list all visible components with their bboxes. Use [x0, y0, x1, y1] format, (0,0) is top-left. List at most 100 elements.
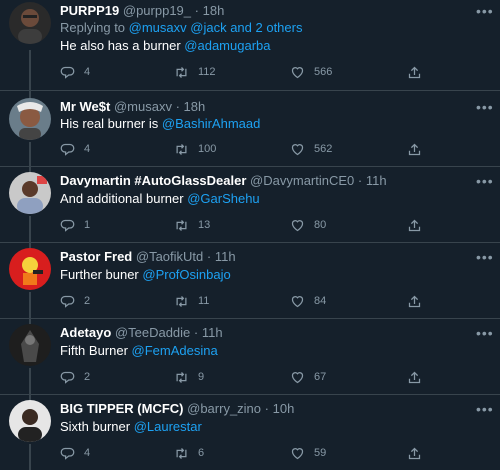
share-button[interactable] — [407, 216, 431, 234]
display-name[interactable]: PURPP19 — [60, 3, 119, 18]
user-handle[interactable]: @TaofikUtd — [136, 249, 203, 264]
user-handle[interactable]: @DavymartinCE0 — [250, 173, 354, 188]
avatar[interactable] — [9, 324, 51, 366]
tweet[interactable]: Mr We$t @musaxv · 18h ••• His real burne… — [0, 90, 500, 167]
replying-users-link[interactable]: @musaxv @jack — [129, 20, 227, 35]
avatar[interactable] — [9, 98, 51, 140]
more-icon[interactable]: ••• — [476, 4, 493, 18]
like-button[interactable]: 562 — [290, 140, 332, 158]
more-icon[interactable]: ••• — [476, 174, 493, 188]
tweet[interactable]: Davymartin #AutoGlassDealer @DavymartinC… — [0, 166, 500, 243]
retweet-count: 6 — [198, 447, 205, 459]
mention-link[interactable]: @BashirAhmaad — [162, 116, 260, 131]
share-icon — [408, 143, 421, 155]
like-button[interactable]: 80 — [290, 216, 326, 234]
thread-line — [29, 216, 31, 242]
retweet-button[interactable]: 6 — [174, 444, 204, 462]
avatar[interactable] — [9, 248, 51, 290]
timestamp[interactable]: 18h — [203, 3, 225, 18]
retweet-button[interactable]: 112 — [174, 63, 216, 81]
share-button[interactable] — [407, 292, 431, 310]
like-button[interactable]: 59 — [290, 444, 326, 462]
thread-line — [29, 368, 31, 394]
reply-count: 2 — [84, 295, 91, 307]
like-button[interactable]: 566 — [290, 63, 332, 81]
tweet-text: Sixth burner @Laurestar — [60, 418, 202, 436]
reply-button[interactable]: 4 — [60, 444, 90, 462]
avatar[interactable] — [9, 400, 51, 442]
timestamp[interactable]: 18h — [184, 99, 206, 114]
retweet-icon — [176, 371, 187, 383]
heart-icon — [291, 66, 304, 78]
tweet[interactable]: Adetayo @TeeDaddie · 11h ••• Fifth Burne… — [0, 318, 500, 395]
retweet-icon — [176, 143, 187, 155]
separator-dot: · — [264, 401, 269, 416]
tweet[interactable]: Pastor Fred @TaofikUtd · 11h ••• Further… — [0, 242, 500, 319]
timestamp[interactable]: 11h — [215, 249, 236, 264]
more-icon[interactable]: ••• — [476, 250, 493, 264]
reply-icon — [60, 371, 75, 384]
share-button[interactable] — [407, 140, 431, 158]
tweet-header: Pastor Fred @TaofikUtd · 11h — [60, 248, 470, 266]
replying-others-link[interactable]: and 2 others — [227, 20, 302, 35]
share-icon — [408, 295, 421, 307]
reply-count: 4 — [84, 447, 91, 459]
more-icon[interactable]: ••• — [476, 100, 493, 114]
share-icon — [408, 66, 421, 78]
reply-button[interactable]: 2 — [60, 292, 90, 310]
display-name[interactable]: Adetayo — [60, 325, 111, 340]
mention-link[interactable]: @ProfOsinbajo — [142, 267, 230, 282]
tweet[interactable]: BIG TIPPER (MCFC) @barry_zino · 10h ••• … — [0, 394, 500, 470]
retweet-button[interactable]: 100 — [174, 140, 216, 158]
mention-link[interactable]: @GarShehu — [187, 191, 259, 206]
tweet-header: Mr We$t @musaxv · 18h — [60, 98, 470, 116]
reply-button[interactable]: 2 — [60, 368, 90, 386]
share-button[interactable] — [407, 444, 431, 462]
retweet-button[interactable]: 13 — [174, 216, 210, 234]
retweet-button[interactable]: 11 — [174, 292, 209, 310]
tweet[interactable]: PURPP19 @purpp19_ · 18h ••• Replying to … — [0, 0, 500, 91]
like-count: 562 — [314, 143, 333, 155]
like-count: 80 — [314, 219, 327, 231]
heart-icon — [291, 219, 304, 231]
reply-button[interactable]: 4 — [60, 63, 90, 81]
tweet-text: His real burner is @BashirAhmaad — [60, 115, 260, 133]
timestamp[interactable]: 11h — [366, 173, 387, 188]
mention-link[interactable]: @FemAdesina — [132, 343, 218, 358]
tweet-actions: 2 9 67 — [60, 368, 440, 386]
separator-dot: · — [206, 249, 212, 264]
display-name[interactable]: Mr We$t — [60, 99, 110, 114]
user-handle[interactable]: @TeeDaddie — [115, 325, 190, 340]
more-icon[interactable]: ••• — [476, 326, 493, 340]
display-name[interactable]: Davymartin #AutoGlassDealer — [60, 173, 246, 188]
replying-prefix: Replying to — [60, 20, 129, 35]
reply-button[interactable]: 4 — [60, 140, 90, 158]
tweet-text: And additional burner @GarShehu — [60, 190, 260, 208]
share-button[interactable] — [407, 63, 431, 81]
mention-link[interactable]: @Laurestar — [134, 419, 202, 434]
display-name[interactable]: Pastor Fred — [60, 249, 132, 264]
avatar[interactable] — [9, 172, 51, 214]
retweet-button[interactable]: 9 — [174, 368, 204, 386]
user-handle[interactable]: @musaxv — [114, 99, 172, 114]
heart-icon — [291, 371, 304, 383]
more-icon[interactable]: ••• — [476, 402, 493, 416]
avatar[interactable] — [9, 2, 51, 44]
like-button[interactable]: 84 — [290, 292, 326, 310]
share-icon — [408, 371, 421, 383]
tweet-text: Fifth Burner @FemAdesina — [60, 342, 218, 360]
user-handle[interactable]: @purpp19_ — [123, 3, 191, 18]
mention-link[interactable]: @adamugarba — [184, 38, 270, 53]
tweet-text-content: Sixth burner — [60, 419, 134, 434]
thread-line — [29, 444, 31, 470]
reply-button[interactable]: 1 — [60, 216, 90, 234]
like-button[interactable]: 67 — [290, 368, 326, 386]
display-name[interactable]: BIG TIPPER (MCFC) — [60, 401, 184, 416]
thread-line — [29, 50, 31, 90]
timestamp[interactable]: 10h — [273, 401, 295, 416]
share-button[interactable] — [407, 368, 431, 386]
user-handle[interactable]: @barry_zino — [187, 401, 261, 416]
timestamp[interactable]: 11h — [202, 325, 223, 340]
retweet-count: 13 — [198, 219, 211, 231]
separator-dot: · — [194, 3, 199, 18]
